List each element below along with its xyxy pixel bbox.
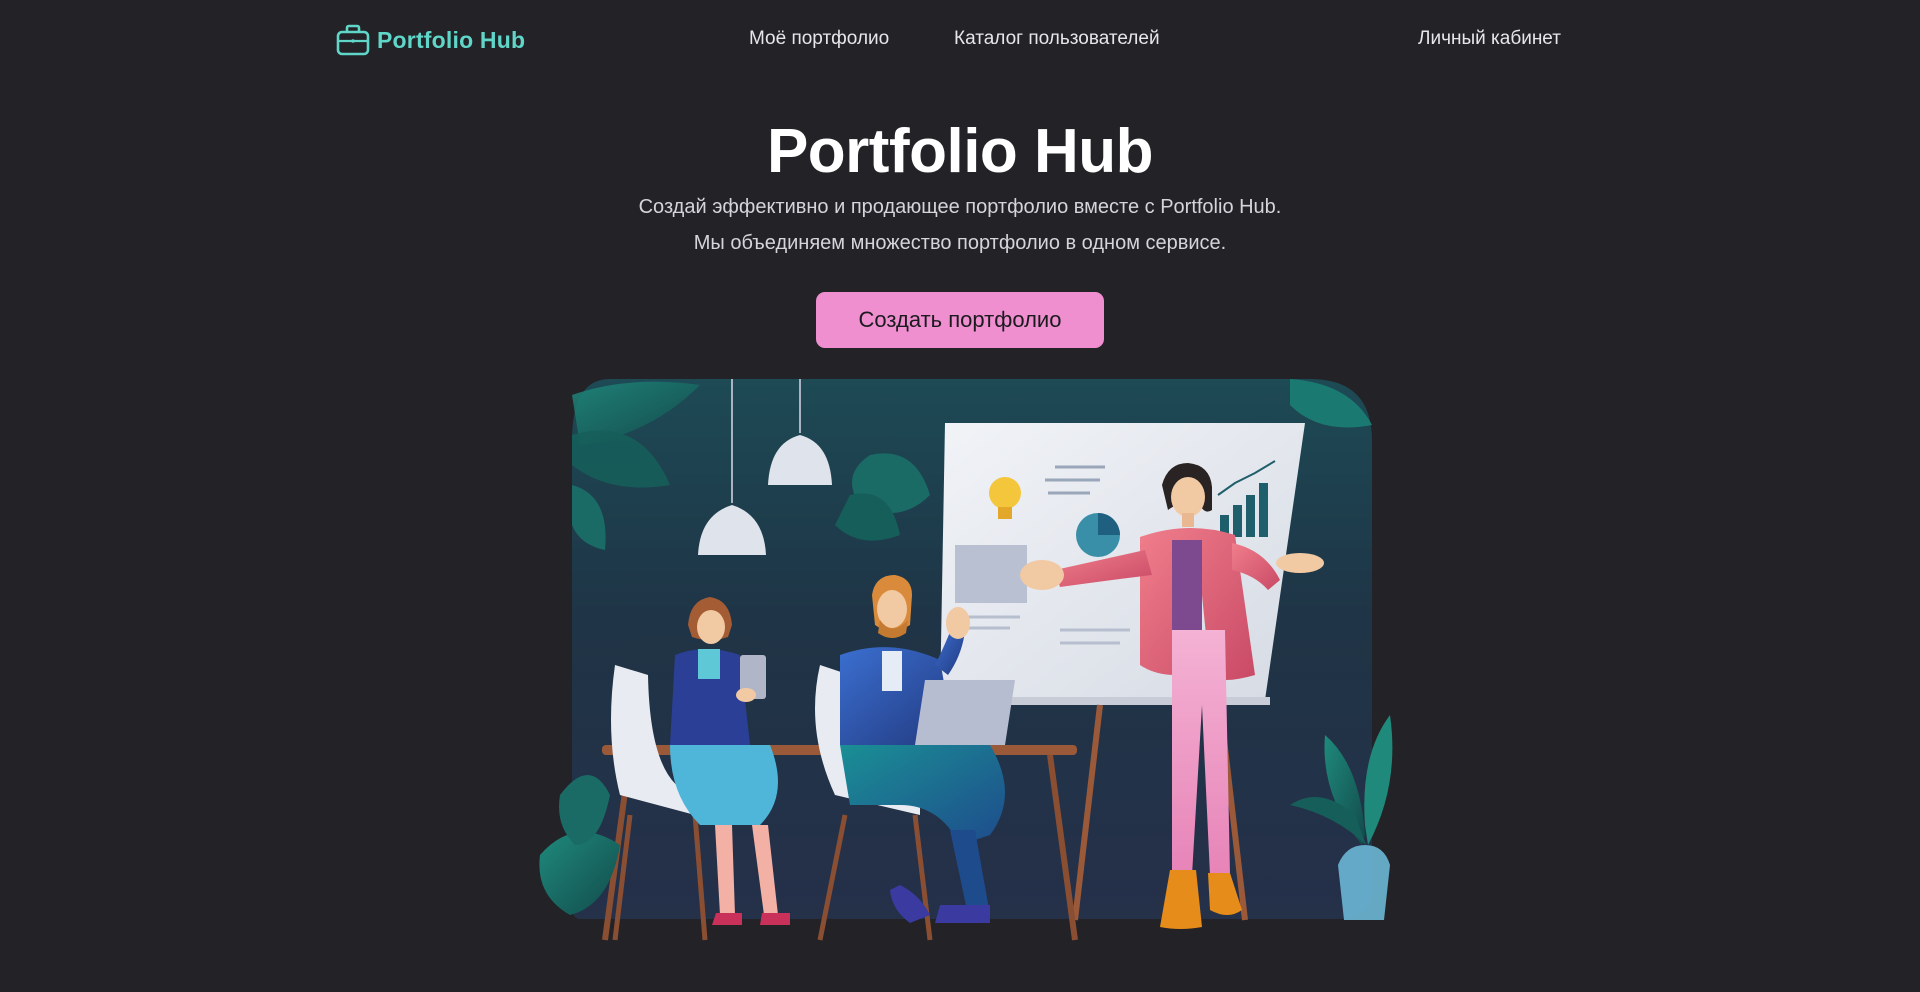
nav-my-portfolio[interactable]: Моё портфолио bbox=[749, 28, 889, 50]
brand-logo-link[interactable]: Portfolio Hub bbox=[335, 22, 525, 58]
hero-title: Portfolio Hub bbox=[766, 117, 1154, 186]
top-navbar: Portfolio Hub Моё портфолио Каталог поль… bbox=[0, 0, 1920, 80]
hero-subtitle-line-2: Мы объединяем множество портфолио в одно… bbox=[693, 232, 1227, 254]
nav-users-catalog[interactable]: Каталог пользователей bbox=[954, 28, 1160, 50]
briefcase-icon bbox=[335, 22, 371, 58]
landing-page: Portfolio Hub Моё портфолио Каталог поль… bbox=[0, 0, 1920, 992]
brand-name: Portfolio Hub bbox=[377, 26, 526, 53]
hero-subtitle-line-1: Создай эффективно и продающее портфолио … bbox=[638, 196, 1282, 218]
hero-illustration bbox=[520, 375, 1400, 945]
nav-personal-account[interactable]: Личный кабинет bbox=[1418, 28, 1561, 50]
create-portfolio-button[interactable]: Создать портфолио bbox=[816, 292, 1104, 348]
